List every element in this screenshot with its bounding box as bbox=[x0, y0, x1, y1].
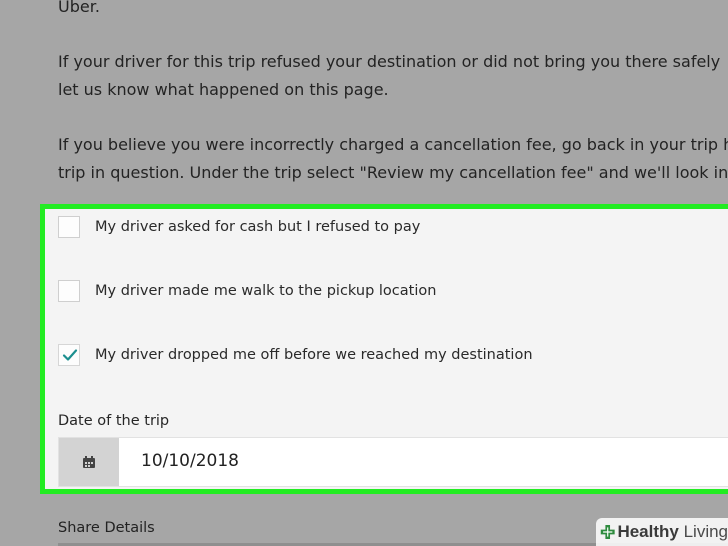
paragraph-line: Uber. bbox=[58, 0, 100, 16]
option-label: My driver asked for cash but I refused t… bbox=[95, 219, 421, 235]
share-details-label: Share Details bbox=[58, 520, 155, 536]
page: Uber. If your driver for this trip refus… bbox=[0, 0, 728, 546]
calendar-icon bbox=[83, 456, 95, 468]
option-cash-refused[interactable]: My driver asked for cash but I refused t… bbox=[58, 216, 420, 238]
date-label: Date of the trip bbox=[58, 413, 170, 429]
paragraph-line: If you believe you were incorrectly char… bbox=[58, 135, 728, 154]
intro-text: Uber. bbox=[58, 0, 100, 21]
watermark: Healthy Living bbox=[596, 518, 728, 546]
checkbox-checked[interactable] bbox=[58, 344, 80, 366]
checkmark-icon bbox=[62, 349, 78, 361]
cancellation-paragraph: If you believe you were incorrectly char… bbox=[58, 131, 728, 187]
paragraph-line: If your driver for this trip refused you… bbox=[58, 52, 721, 71]
option-dropped-off-early[interactable]: My driver dropped me off before we reach… bbox=[58, 344, 533, 366]
destination-paragraph: If your driver for this trip refused you… bbox=[58, 48, 720, 104]
date-field[interactable]: 10/10/2018 bbox=[58, 437, 728, 487]
watermark-text: Healthy Living bbox=[617, 522, 728, 541]
checkbox[interactable] bbox=[58, 280, 80, 302]
checkbox[interactable] bbox=[58, 216, 80, 238]
option-label: My driver dropped me off before we reach… bbox=[95, 347, 533, 363]
paragraph-line: trip in question. Under the trip select … bbox=[58, 163, 728, 182]
option-label: My driver made me walk to the pickup loc… bbox=[95, 283, 437, 299]
calendar-button[interactable] bbox=[59, 438, 119, 486]
plus-cross-icon bbox=[600, 525, 615, 539]
paragraph-line: let us know what happened on this page. bbox=[58, 80, 389, 99]
date-value[interactable]: 10/10/2018 bbox=[141, 451, 239, 471]
option-walk-to-pickup[interactable]: My driver made me walk to the pickup loc… bbox=[58, 280, 436, 302]
